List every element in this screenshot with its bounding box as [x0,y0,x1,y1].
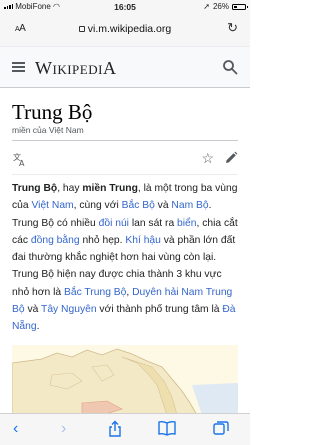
actions-divider [12,174,238,175]
status-bar: MobiFone ◠ 16:05 ➚ 26% [0,0,250,14]
star-icon[interactable]: ☆ [201,150,214,167]
search-icon[interactable] [222,59,238,75]
link-viet-nam[interactable]: Việt Nam [31,200,73,211]
forward-icon[interactable]: › [61,420,66,438]
text-run: lan sát ra [128,217,178,229]
link-tay-nguyen[interactable]: Tây Nguyên [41,304,97,315]
translate-icon[interactable]: 文 A [12,151,28,167]
tabs-icon[interactable] [213,420,229,436]
address-bar[interactable]: AA vi.m.wikipedia.org ↻ [0,15,250,43]
reload-icon[interactable]: ↻ [227,20,238,36]
text-run: nhỏ hẹp. [79,234,126,246]
text-run: và [24,304,42,316]
link-bien[interactable]: biển [177,218,196,229]
text-run: , hay [57,183,83,194]
link-bac-trung-bo[interactable]: Bắc Trung Bộ [64,287,126,298]
bookmarks-icon[interactable] [158,420,176,436]
page-title: Trung Bộ [12,100,93,124]
status-right: ➚ 26% [203,2,248,11]
url-text: vi.m.wikipedia.org [87,23,172,35]
text-run: với thành phố trung tâm là [96,304,223,316]
title-divider [12,140,238,141]
link-bac-bo[interactable]: Bắc Bộ [122,200,155,211]
article-lead-paragraph: Trung Bộ, hay miền Trung, là một trong b… [12,180,240,336]
page-actions: 文 A ☆ [0,148,250,170]
battery-percent: 26% [212,2,229,11]
pencil-icon[interactable] [224,151,238,165]
map-drawing [12,345,238,415]
region-map-image[interactable] [12,345,238,415]
back-icon[interactable]: ‹ [13,420,18,438]
text-run: , cùng với [73,200,122,212]
bold-term: miền Trung [82,183,138,194]
page-subtitle: miền của Việt Nam [12,125,84,135]
location-icon: ➚ [203,2,210,11]
share-icon[interactable] [107,420,123,438]
safari-toolbar: ‹ › [0,413,250,445]
url-field[interactable]: vi.m.wikipedia.org [0,23,250,35]
link-dong-bang[interactable]: đồng bằng [31,235,80,246]
svg-text:A: A [19,159,25,167]
wiki-header: WIKIPEDIA [0,46,250,88]
battery-icon [232,3,248,10]
bold-term: Trung Bộ [12,183,58,194]
lock-icon [78,26,85,32]
link-khi-hau[interactable]: Khí hậu [125,235,161,246]
link-nam-bo[interactable]: Nam Bộ [171,200,208,211]
browser-top-chrome: MobiFone ◠ 16:05 ➚ 26% AA vi.m.wikipedia… [0,0,250,46]
link-doi-nui[interactable]: đồi núi [99,218,129,229]
text-run: . [36,321,40,333]
menu-icon[interactable] [12,62,25,72]
wikipedia-wordmark[interactable]: WIKIPEDIA [35,58,116,79]
text-run: và [154,200,172,212]
